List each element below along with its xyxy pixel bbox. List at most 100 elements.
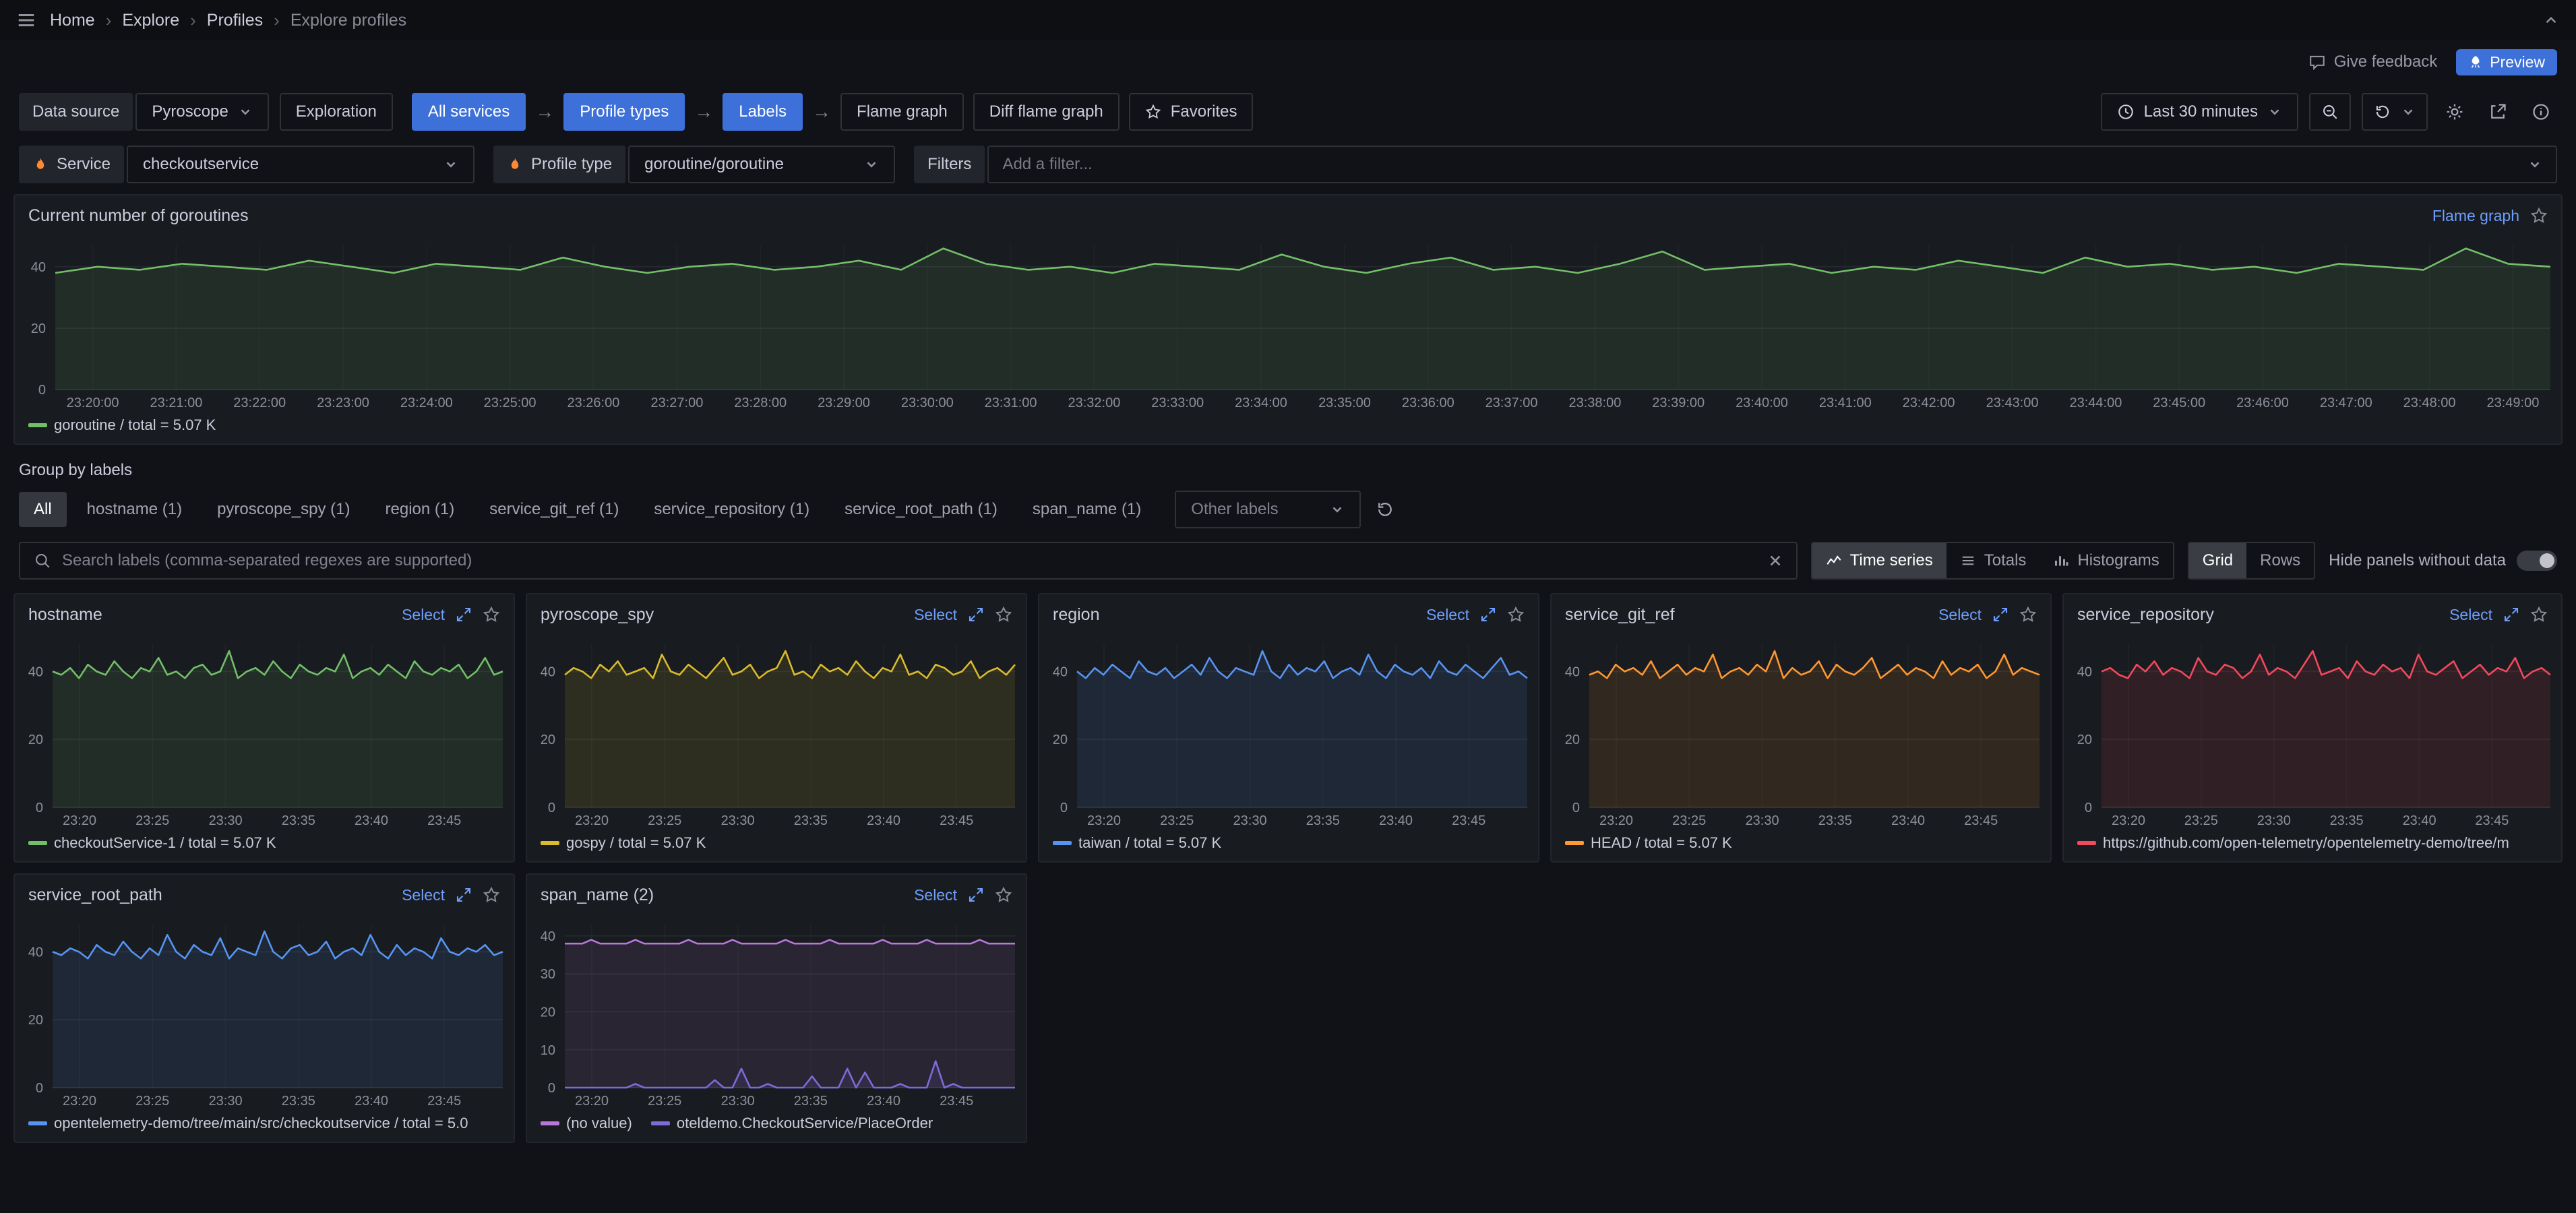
select-button[interactable]: Select xyxy=(2449,606,2492,624)
hide-panels-toggle[interactable] xyxy=(2517,551,2557,571)
legend-item[interactable]: https://github.com/open-telemetry/opente… xyxy=(2077,834,2509,852)
legend-item[interactable]: opentelemetry-demo/tree/main/src/checkou… xyxy=(28,1115,468,1132)
time-range-picker[interactable]: Last 30 minutes xyxy=(2101,93,2298,131)
groupby-tab-service-repository-1[interactable]: service_repository (1) xyxy=(639,492,824,527)
label-chart[interactable]: 0204023:2023:2523:3023:3523:4023:45 xyxy=(15,635,514,832)
breadcrumb-item-home[interactable]: Home xyxy=(50,11,95,30)
star-icon[interactable] xyxy=(483,606,500,623)
panel-title: service_repository xyxy=(2077,605,2214,625)
svg-text:0: 0 xyxy=(38,383,46,398)
profile-type-select[interactable]: goroutine/goroutine xyxy=(628,146,895,183)
legend-item[interactable]: taiwan / total = 5.07 K xyxy=(1053,834,1221,852)
add-filter-input[interactable]: Add a filter... xyxy=(987,146,2557,183)
search-labels-field[interactable] xyxy=(62,551,1757,570)
expand-icon[interactable] xyxy=(1480,606,1496,623)
svg-text:23:26:00: 23:26:00 xyxy=(567,396,619,410)
expand-icon[interactable] xyxy=(968,887,984,903)
svg-text:23:32:00: 23:32:00 xyxy=(1068,396,1120,410)
star-icon[interactable] xyxy=(2530,207,2548,224)
preview-badge: Preview xyxy=(2456,49,2557,75)
mode-histograms[interactable]: Histograms xyxy=(2040,543,2172,578)
exploration-button[interactable]: Exploration xyxy=(280,93,393,131)
groupby-tab-region-1[interactable]: region (1) xyxy=(371,492,470,527)
step-labels[interactable]: Labels xyxy=(723,93,803,131)
refresh-button[interactable] xyxy=(2362,93,2428,131)
label-chart[interactable]: 0204023:2023:2523:3023:3523:4023:45 xyxy=(1552,635,2050,832)
legend-item[interactable]: gospy / total = 5.07 K xyxy=(541,834,706,852)
zoom-out-button[interactable] xyxy=(2309,93,2351,131)
svg-text:23:35: 23:35 xyxy=(1818,813,1852,828)
groupby-tab-all[interactable]: All xyxy=(19,492,67,527)
star-icon[interactable] xyxy=(995,606,1012,623)
legend-item[interactable]: oteldemo.CheckoutService/PlaceOrder xyxy=(651,1115,933,1132)
select-button[interactable]: Select xyxy=(914,606,957,624)
info-icon[interactable] xyxy=(2525,102,2557,121)
expand-icon[interactable] xyxy=(1992,606,2008,623)
groupby-tab-service-git-ref-1[interactable]: service_git_ref (1) xyxy=(474,492,634,527)
share-icon[interactable] xyxy=(2482,102,2514,121)
groupby-tab-pyroscope-spy-1[interactable]: pyroscope_spy (1) xyxy=(202,492,365,527)
expand-icon[interactable] xyxy=(968,606,984,623)
step-all-services[interactable]: All services xyxy=(412,93,526,131)
star-icon[interactable] xyxy=(2530,606,2548,623)
select-button[interactable]: Select xyxy=(1938,606,1982,624)
label-chart[interactable]: 0204023:2023:2523:3023:3523:4023:45 xyxy=(527,635,1026,832)
svg-text:23:46:00: 23:46:00 xyxy=(2236,396,2289,410)
mode-time-series[interactable]: Time series xyxy=(1812,543,1946,578)
legend-item[interactable]: checkoutService-1 / total = 5.07 K xyxy=(28,834,276,852)
clear-search-icon[interactable] xyxy=(1768,553,1783,568)
breadcrumb-separator: › xyxy=(106,10,112,31)
layout-rows[interactable]: Rows xyxy=(2246,543,2314,578)
settings-gear-icon[interactable] xyxy=(2439,102,2471,121)
label-chart[interactable]: 0204023:2023:2523:3023:3523:4023:45 xyxy=(1039,635,1538,832)
give-feedback-link[interactable]: Give feedback xyxy=(2308,53,2437,71)
legend-item[interactable]: goroutine / total = 5.07 K xyxy=(28,416,216,434)
legend-item[interactable]: (no value) xyxy=(541,1115,632,1132)
svg-text:23:23:00: 23:23:00 xyxy=(317,396,369,410)
search-labels-input[interactable] xyxy=(19,542,1798,580)
groupby-tab-hostname-1[interactable]: hostname (1) xyxy=(72,492,197,527)
select-button[interactable]: Select xyxy=(914,886,957,904)
step-profile-types[interactable]: Profile types xyxy=(563,93,685,131)
label-chart[interactable]: 0204023:2023:2523:3023:3523:4023:45 xyxy=(2064,635,2561,832)
star-icon[interactable] xyxy=(483,886,500,904)
panel-title: hostname xyxy=(28,605,102,625)
datasource-select[interactable]: Pyroscope xyxy=(135,93,268,131)
layout-grid[interactable]: Grid xyxy=(2189,543,2246,578)
sync-icon[interactable] xyxy=(1369,500,1401,519)
goroutines-chart[interactable]: 0204023:20:0023:21:0023:22:0023:23:0023:… xyxy=(15,236,2561,414)
svg-text:40: 40 xyxy=(28,945,43,960)
flame-graph-link[interactable]: Flame graph xyxy=(2432,207,2519,225)
chevron-up-icon[interactable] xyxy=(2542,11,2560,29)
label-chart[interactable]: 01020304023:2023:2523:3023:3523:4023:45 xyxy=(527,915,1026,1112)
step-flame-graph[interactable]: Flame graph xyxy=(840,93,964,131)
star-icon[interactable] xyxy=(2019,606,2037,623)
histograms-icon xyxy=(2053,553,2069,569)
breadcrumb-item-profiles[interactable]: Profiles xyxy=(207,11,263,30)
step-favorites[interactable]: Favorites xyxy=(1129,93,1254,131)
expand-icon[interactable] xyxy=(456,887,472,903)
legend-item[interactable]: HEAD / total = 5.07 K xyxy=(1565,834,1732,852)
breadcrumb-item-explore[interactable]: Explore xyxy=(122,11,179,30)
select-button[interactable]: Select xyxy=(402,606,445,624)
svg-text:23:40: 23:40 xyxy=(2403,813,2436,828)
expand-icon[interactable] xyxy=(2503,606,2519,623)
select-button[interactable]: Select xyxy=(1426,606,1469,624)
step-diff-flame-graph[interactable]: Diff flame graph xyxy=(973,93,1120,131)
expand-icon[interactable] xyxy=(456,606,472,623)
label-chart[interactable]: 0204023:2023:2523:3023:3523:4023:45 xyxy=(15,915,514,1112)
mode-totals[interactable]: Totals xyxy=(1946,543,2040,578)
panel-title: service_root_path xyxy=(28,885,162,905)
groupby-tab-service-root-path-1[interactable]: service_root_path (1) xyxy=(830,492,1012,527)
groupby-tab-span-name-1[interactable]: span_name (1) xyxy=(1018,492,1156,527)
select-button[interactable]: Select xyxy=(402,886,445,904)
service-select[interactable]: checkoutservice xyxy=(127,146,474,183)
star-icon[interactable] xyxy=(1507,606,1525,623)
other-labels-placeholder: Other labels xyxy=(1191,500,1278,519)
svg-text:23:40: 23:40 xyxy=(355,1094,388,1109)
other-labels-select[interactable]: Other labels xyxy=(1175,491,1361,528)
star-icon[interactable] xyxy=(995,886,1012,904)
menu-icon[interactable] xyxy=(16,10,36,30)
legend-swatch xyxy=(2077,841,2096,845)
svg-text:23:25: 23:25 xyxy=(648,813,681,828)
